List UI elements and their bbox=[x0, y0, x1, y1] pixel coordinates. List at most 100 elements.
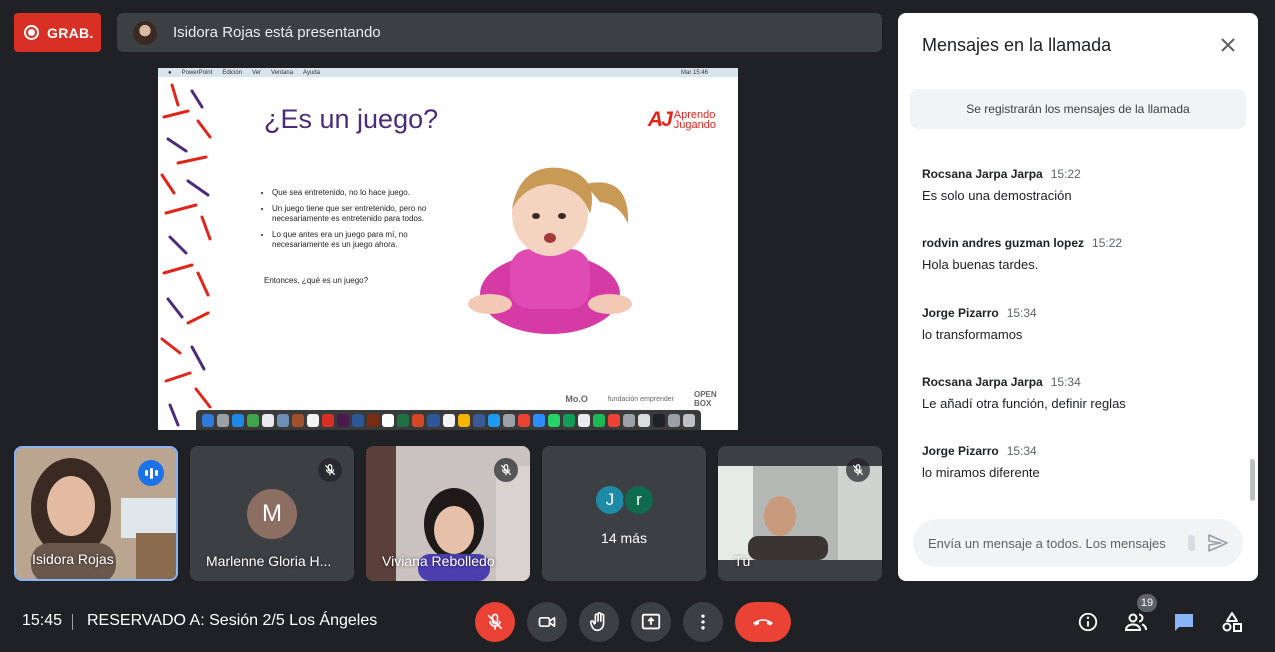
logo-text: Aprendo Jugando bbox=[673, 110, 716, 131]
meeting-details-button[interactable] bbox=[1073, 607, 1103, 637]
dock-app-icon bbox=[232, 413, 245, 427]
chat-message: Rocsana Jarpa Jarpa 15:22 Es solo una dem… bbox=[922, 167, 1232, 203]
dock-app-icon bbox=[652, 413, 665, 427]
camera-toggle-button[interactable] bbox=[527, 602, 567, 642]
avatar: M bbox=[247, 489, 297, 539]
participant-tile-isidora[interactable]: Isidora Rojas bbox=[14, 446, 178, 581]
message-text: lo miramos diferente bbox=[922, 465, 1040, 480]
dock-app-icon bbox=[277, 413, 290, 427]
menubar-item: Ventana bbox=[271, 69, 294, 76]
dock-app-icon bbox=[502, 413, 515, 427]
activities-icon bbox=[1222, 612, 1242, 632]
activities-button[interactable] bbox=[1217, 607, 1247, 637]
dock-app-icon bbox=[412, 413, 425, 427]
dock-app-icon bbox=[622, 413, 635, 427]
participant-tile-viviana[interactable]: Viviana Rebolledo bbox=[366, 446, 530, 581]
menubar-item: Ayuda bbox=[303, 69, 320, 76]
chat-button[interactable] bbox=[1169, 607, 1199, 637]
presentation-screen: ● PowerPoint Edición Ver Ventana Ayuda M… bbox=[158, 68, 738, 430]
mic-off-icon bbox=[846, 458, 870, 482]
dock-app-icon bbox=[217, 413, 230, 427]
slide-image-girl bbox=[468, 167, 632, 334]
trash-icon bbox=[683, 413, 696, 427]
participant-tile-marlenne[interactable]: M Marlenne Gloria H... bbox=[190, 446, 354, 581]
bullet-item: Un juego tiene que ser entretenido, pero… bbox=[272, 204, 462, 224]
message-text: Le añadí otra función, definir reglas bbox=[922, 396, 1126, 411]
participant-tile-self[interactable]: Tú bbox=[718, 446, 882, 581]
menubar-clock: Mar 15:46 bbox=[680, 69, 708, 76]
message-sender: Jorge Pizarro bbox=[922, 444, 999, 458]
raise-hand-button[interactable] bbox=[579, 602, 619, 642]
dock-app-icon bbox=[547, 413, 560, 427]
chat-message: Jorge Pizarro 15:34 lo transformamos bbox=[922, 306, 1232, 342]
input-scroll-thumb bbox=[1188, 535, 1195, 551]
dock-app-icon bbox=[592, 413, 605, 427]
dock-app-icon bbox=[247, 413, 260, 427]
present-screen-button[interactable] bbox=[631, 602, 671, 642]
logo-text-2: Jugando bbox=[673, 119, 716, 131]
send-icon[interactable] bbox=[1206, 531, 1230, 555]
message-text: Es solo una demostración bbox=[922, 188, 1072, 203]
dock-app-icon bbox=[427, 413, 440, 427]
mic-toggle-button[interactable] bbox=[475, 602, 515, 642]
dock-app-icon bbox=[292, 413, 305, 427]
slide-title: ¿Es un juego? bbox=[264, 104, 439, 134]
message-time: 15:22 bbox=[1050, 167, 1081, 181]
slide-decoration bbox=[160, 83, 212, 427]
dock-app-icon bbox=[637, 413, 650, 427]
recording-badge[interactable]: GRAB. bbox=[14, 13, 101, 52]
people-count-badge: 19 bbox=[1137, 594, 1157, 612]
leave-call-button[interactable] bbox=[735, 602, 791, 642]
slide-logo: AJ Aprendo Jugando bbox=[648, 108, 716, 132]
more-options-button[interactable] bbox=[683, 602, 723, 642]
dock-app-icon bbox=[667, 413, 680, 427]
message-text: Hola buenas tardes. bbox=[922, 257, 1039, 272]
dock-app-icon bbox=[352, 413, 365, 427]
dock-app-icon bbox=[577, 413, 590, 427]
dock-app-icon bbox=[202, 413, 215, 427]
menubar-item: Ver bbox=[252, 69, 262, 76]
dock-app-icon bbox=[337, 413, 350, 427]
chat-message: Jorge Pizarro 15:34 lo miramos diferente bbox=[922, 444, 1232, 480]
footer-logo: Mo.O bbox=[565, 394, 588, 404]
mic-off-icon bbox=[494, 458, 518, 482]
dock-app-icon bbox=[532, 413, 545, 427]
slide-bullets: Que sea entretenido, no lo hace juego. U… bbox=[262, 188, 462, 256]
meeting-name: RESERVADO A: Sesión 2/5 Los Ángeles bbox=[87, 612, 378, 629]
dock-app-icon bbox=[472, 413, 485, 427]
dock-app-icon bbox=[397, 413, 410, 427]
dock-app-icon bbox=[457, 413, 470, 427]
info-icon bbox=[1078, 612, 1098, 632]
message-text: lo transformamos bbox=[922, 327, 1023, 342]
chat-icon bbox=[1175, 614, 1193, 631]
participant-tile-more[interactable]: J r 14 más bbox=[542, 446, 706, 581]
slide-question: Entonces, ¿qué es un juego? bbox=[264, 276, 369, 285]
message-sender: Jorge Pizarro bbox=[922, 306, 999, 320]
dock-app-icon bbox=[367, 413, 380, 427]
chat-scrollbar[interactable] bbox=[1250, 459, 1255, 501]
divider bbox=[72, 614, 73, 630]
presenting-banner: Isidora Rojas está presentando bbox=[117, 13, 882, 52]
dock-app-icon bbox=[322, 413, 335, 427]
speaking-indicator-icon bbox=[138, 460, 164, 486]
footer-logo: OPEN BOX bbox=[694, 390, 717, 408]
people-icon bbox=[1124, 613, 1147, 631]
close-icon[interactable] bbox=[1216, 33, 1240, 57]
chat-message: rodvin andres guzman lopez 15:22 Hola bue… bbox=[922, 236, 1232, 272]
mac-menubar: ● PowerPoint Edición Ver Ventana Ayuda M… bbox=[158, 68, 738, 77]
participant-name: Marlenne Gloria H... bbox=[206, 553, 332, 569]
dock-app-icon bbox=[607, 413, 620, 427]
footer-logo: fundación emprender bbox=[607, 395, 674, 403]
recording-label: GRAB. bbox=[47, 24, 94, 41]
chat-title: Mensajes en la llamada bbox=[922, 35, 1112, 55]
message-time: 15:22 bbox=[1092, 236, 1123, 250]
dock-app-icon bbox=[562, 413, 575, 427]
meeting-clock: 15:45 bbox=[22, 612, 63, 629]
message-time: 15:34 bbox=[1006, 306, 1037, 320]
menubar-item: PowerPoint bbox=[181, 69, 213, 76]
avatar: r bbox=[623, 484, 655, 516]
more-vert-icon bbox=[701, 614, 705, 630]
more-participants-label: 14 más bbox=[601, 530, 647, 546]
mic-off-icon bbox=[487, 613, 503, 630]
message-sender: rodvin andres guzman lopez bbox=[922, 236, 1085, 250]
